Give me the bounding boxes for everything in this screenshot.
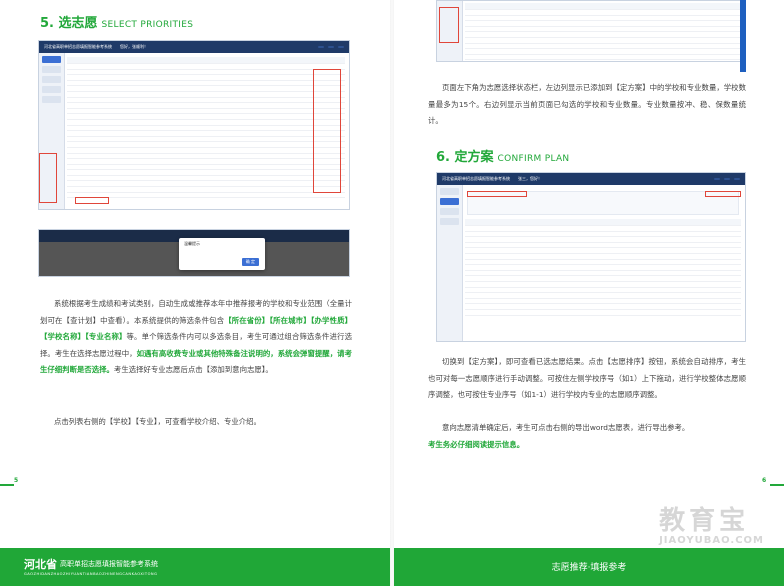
table-header	[465, 219, 741, 226]
highlight-box-actions	[313, 69, 341, 193]
paragraph-export: 意向志愿清单确定后，考生可点击右侧的导出word志愿表，进行导出参考。	[442, 423, 690, 432]
right-accent-line	[770, 484, 784, 486]
app-sidebar-3	[437, 185, 463, 341]
section-number-2: 6. 定方案	[436, 150, 494, 165]
paragraph-warning: 考生务必仔细阅读提示信息。	[428, 440, 525, 449]
left-accent-line	[0, 484, 14, 486]
modal-dialog: 温馨提示 确 定	[179, 238, 265, 270]
left-footer: 河北省 高职单招志愿填报智能参考系统 GAOZHIDANZHAOZHIYUANT…	[0, 548, 390, 586]
modal-confirm-button[interactable]: 确 定	[241, 258, 259, 266]
paragraph-select-detail: 点击列表右侧的【学校】【专业】，可查看学校介绍、专业介绍。	[54, 417, 261, 426]
paragraph-status: 页面左下角为志愿选择状态栏，左边列显示已添加到【定方案】中的学校和专业数量，学校…	[428, 83, 746, 125]
right-footer: 志愿推荐·填报参考	[394, 548, 784, 586]
app-user: 您好，张顺利！	[120, 44, 148, 49]
footer-province: 河北省	[24, 558, 57, 571]
topbar-buttons-3	[714, 178, 740, 180]
page-number-left: 5	[14, 477, 19, 484]
section-heading-select: 5. 选志愿 SELECT PRIORITIES	[40, 12, 193, 31]
screenshot-status-bar	[436, 0, 746, 62]
section-number: 5. 选志愿	[40, 16, 98, 31]
watermark-logo: 教育宝 JIAOYUBAO.COM	[659, 500, 764, 546]
topbar-buttons	[318, 46, 344, 48]
results-table	[67, 57, 345, 199]
app-title: 河北省高职单招志愿填报智能参考系统	[44, 44, 112, 49]
app-topbar: 河北省高职单招志愿填报智能参考系统 您好，张顺利！	[39, 41, 349, 53]
highlight-box-status-2	[439, 7, 459, 43]
screenshot-confirm-plan: 河北省高职单招志愿填报智能参考系统 张三，您好！	[436, 172, 746, 342]
table-row	[465, 310, 741, 316]
plan-table	[465, 219, 741, 329]
modal-title: 温馨提示	[184, 241, 200, 246]
footer-system-name: 高职单招志愿填报智能参考系统	[60, 560, 158, 568]
app-topbar-3: 河北省高职单招志愿填报智能参考系统 张三，您好！	[437, 173, 745, 185]
highlight-box-export	[705, 191, 741, 197]
paragraph-confirm: 切换到【定方案】，即可查看已选志愿结果。点击【志愿排序】按钮，系统会自动排序，考…	[428, 357, 746, 399]
screenshot-select-priorities: 河北省高职单招志愿填报智能参考系统 您好，张顺利！	[38, 40, 350, 210]
watermark-en: JIAOYUBAO.COM	[659, 535, 764, 546]
app-title-3: 河北省高职单招志愿填报智能参考系统	[442, 176, 510, 181]
app-user-3: 张三，您好！	[518, 176, 542, 181]
table-header	[465, 3, 741, 10]
results-table-2	[465, 3, 741, 61]
paragraph-select-intro: 系统根据考生成绩和考试类别，自动生成或推荐本年中推荐报考的学校和专业范围（全量计…	[40, 299, 352, 374]
section-english: SELECT PRIORITIES	[101, 20, 194, 30]
section-heading-confirm: 6. 定方案 CONFIRM PLAN	[436, 146, 569, 165]
highlight-box-add	[75, 197, 109, 204]
blue-corner-accent	[740, 0, 746, 72]
footer-pinyin: GAOZHIDANZHAOZHIYUANTIANBAOZHINENGCANKAO…	[24, 572, 158, 576]
highlight-box-sort	[467, 191, 527, 197]
right-page: 页面左下角为志愿选择状态栏，左边列显示已添加到【定方案】中的学校和专业数量，学校…	[394, 0, 784, 586]
table-row	[465, 55, 741, 61]
highlight-box-status	[39, 153, 57, 203]
footer-tagline: 志愿推荐·填报参考	[551, 563, 627, 573]
screenshot-modal: 温馨提示 确 定	[38, 229, 350, 277]
section-english-2: CONFIRM PLAN	[497, 154, 570, 164]
left-page: 5. 选志愿 SELECT PRIORITIES 河北省高职单招志愿填报智能参考…	[0, 0, 390, 586]
table-header	[67, 57, 345, 64]
watermark-cn: 教育宝	[659, 506, 750, 536]
page-number-right: 6	[762, 477, 767, 484]
